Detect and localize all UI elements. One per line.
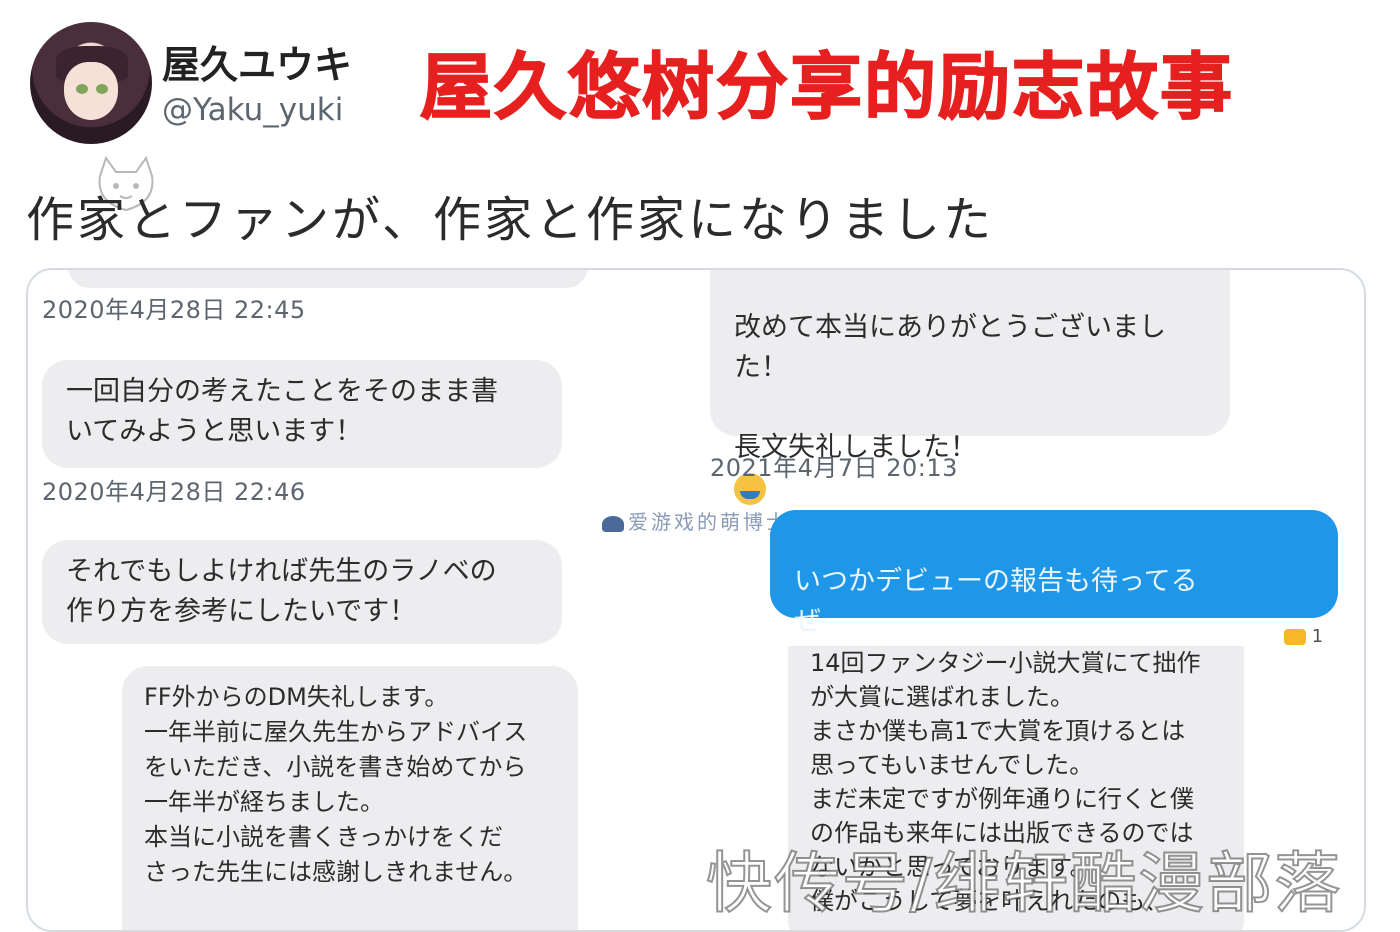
graduation-cap-icon [602, 515, 624, 532]
avatar-eye-right [96, 84, 108, 94]
message-text: いつかデビューの報告も待ってる ぜ [794, 566, 1198, 637]
headline-overlay: 屋久悠树分享的励志故事 [419, 44, 1235, 130]
display-name[interactable]: 屋久ユウキ [162, 34, 352, 89]
avatar-eye-left [76, 84, 88, 94]
sent-message-bubble-blue: いつかデビューの報告も待ってる ぜ [770, 510, 1338, 678]
watermark-small-text: 爱游戏的萌博士 [628, 510, 789, 534]
sent-message-bubble: 改めて本当にありがとうございまし た！ 長文失礼しました！ [710, 270, 1230, 505]
message-timestamp: 2021年4月7日 20:13 [710, 454, 958, 482]
user-handle[interactable]: @Yaku_yuki [162, 92, 343, 128]
received-message-bubble: 一回自分の考えたことをそのまま書 いてみようと思います！ [42, 360, 562, 468]
tweet-text: 作家とファンが、作家と作家になりました [26, 192, 995, 248]
received-message-bubble: それでもしよければ先生のラノベの 作り方を参考にしたいです！ [42, 540, 562, 644]
reaction-count: 1 [1311, 626, 1324, 647]
watermark-small: 爱游戏的萌博士 [602, 506, 789, 535]
thumbs-up-reaction-icon [1284, 629, 1306, 645]
message-text: 改めて本当にありがとうございまし た！ 長文失礼しました！ [734, 312, 1166, 463]
avatar-face [64, 62, 118, 120]
message-bubble-cut [68, 270, 588, 288]
message-timestamp: 2020年4月28日 22:45 [42, 296, 306, 324]
message-timestamp: 2020年4月28日 22:46 [42, 478, 306, 506]
reaction-badge[interactable]: 1 [1284, 626, 1323, 647]
received-message-bubble: FF外からのDM失礼します。 一年半前に屋久先生からアドバイス をいただき、小説… [122, 666, 578, 930]
avatar[interactable] [30, 22, 152, 144]
